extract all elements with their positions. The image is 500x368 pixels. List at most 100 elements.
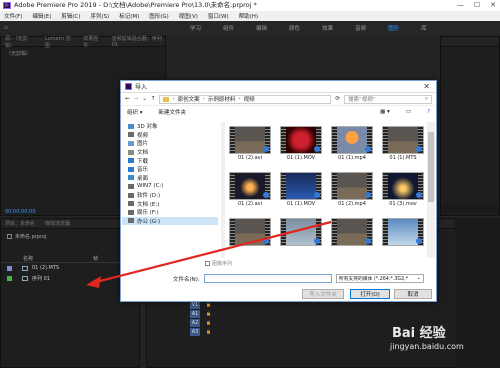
view-options-icon[interactable]: ▦ ▾ bbox=[380, 109, 390, 115]
project-item[interactable]: 01 (2).MTS bbox=[1, 263, 139, 273]
track-label[interactable]: A3 bbox=[190, 327, 200, 336]
nav-item[interactable]: 图片 bbox=[122, 139, 218, 148]
file-thumbnail[interactable] bbox=[331, 218, 373, 254]
workspace-tab-6[interactable]: 图形 bbox=[388, 24, 399, 32]
column-rate-header[interactable]: 帧 bbox=[93, 255, 98, 262]
source-tab-2[interactable]: 效果控件 bbox=[83, 35, 101, 49]
menu-item-4[interactable]: 标记(M) bbox=[119, 12, 139, 20]
nav-item-label: 娱乐 (F:) bbox=[137, 210, 159, 217]
nav-item[interactable]: 娱乐 (F:) bbox=[122, 208, 218, 217]
organize-button[interactable]: 组织 ▾ bbox=[127, 108, 143, 116]
workspace-tab-1[interactable]: 组件 bbox=[223, 24, 234, 32]
file-scroll-thumb[interactable] bbox=[428, 132, 434, 202]
lock-icon[interactable]: 🔒 bbox=[206, 320, 211, 325]
nav-item[interactable]: 办公 (G:) bbox=[122, 216, 218, 226]
menu-item-2[interactable]: 剪辑(C) bbox=[61, 12, 80, 20]
search-input[interactable]: 搜索“视频” ⌕ bbox=[344, 94, 432, 104]
workspace-tab-2[interactable]: 编辑 bbox=[256, 24, 267, 32]
project-tab-0[interactable]: 项目：未命名 bbox=[5, 220, 35, 227]
video-thumbnail-icon bbox=[382, 218, 424, 246]
recent-dropdown-icon[interactable]: ⌄ bbox=[142, 96, 147, 102]
nav-item[interactable]: 文档 (E:) bbox=[122, 199, 218, 208]
open-button[interactable]: 打开(O) bbox=[350, 289, 390, 299]
clip-icon bbox=[22, 275, 28, 281]
clip-icon bbox=[22, 265, 28, 271]
workspace-tab-5[interactable]: 音频 bbox=[355, 24, 366, 32]
source-tab-1[interactable]: Lumetri 范围 bbox=[45, 35, 73, 49]
refresh-icon[interactable]: ⟳ bbox=[335, 96, 340, 102]
filename-input[interactable] bbox=[203, 274, 332, 283]
file-thumbnail[interactable]: 01 (2).avi bbox=[229, 126, 271, 162]
file-scrollbar[interactable] bbox=[427, 122, 435, 258]
file-thumbnail[interactable]: 01 (1).MOV bbox=[280, 126, 322, 162]
menu-item-1[interactable]: 编辑(E) bbox=[32, 12, 51, 20]
premiere-logo-icon: Pr bbox=[3, 2, 11, 9]
address-bar[interactable]: › 原创文案 › 示例原材料 › 视频 bbox=[159, 94, 332, 104]
nav-item[interactable]: WIN7 (C:) bbox=[122, 182, 218, 191]
dialog-close-icon[interactable]: ✕ bbox=[423, 82, 430, 91]
image-sequence-option[interactable]: 图像序列 bbox=[205, 260, 232, 267]
project-tab-1[interactable]: 媒体浏览器 bbox=[45, 220, 70, 227]
nav-item[interactable]: 软件 (D:) bbox=[122, 191, 218, 200]
cancel-button[interactable]: 取消 bbox=[394, 289, 432, 299]
filetype-select[interactable]: 所有支持的媒体 (*.264;*.3G2;* ⌄ bbox=[335, 274, 424, 283]
preview-pane-icon[interactable]: ▭ bbox=[406, 109, 411, 115]
help-icon[interactable]: ? bbox=[427, 109, 430, 115]
back-icon[interactable]: ← bbox=[125, 96, 130, 102]
nav-item[interactable]: 视频 bbox=[122, 131, 218, 140]
file-thumbnail[interactable] bbox=[280, 218, 322, 254]
up-icon[interactable]: ↑ bbox=[151, 96, 156, 102]
file-thumbnail[interactable]: 01 (3).mov bbox=[382, 172, 424, 208]
file-thumbnail[interactable] bbox=[382, 218, 424, 254]
workspace-tab-4[interactable]: 效果 bbox=[322, 24, 333, 32]
new-folder-button[interactable]: 新建文件夹 bbox=[159, 108, 187, 116]
workspace-tab-7[interactable]: 库 bbox=[421, 24, 427, 32]
breadcrumb-item[interactable]: 原创文案 bbox=[178, 95, 200, 103]
breadcrumb-item[interactable]: 视频 bbox=[244, 95, 255, 103]
file-thumbnail[interactable]: 01 (2).mp4 bbox=[331, 172, 373, 208]
lock-icon[interactable]: 🔒 bbox=[206, 302, 211, 307]
picture-icon bbox=[128, 140, 134, 146]
file-thumbnail[interactable] bbox=[229, 218, 271, 254]
nav-item[interactable]: 文档 bbox=[122, 148, 218, 157]
nav-item[interactable]: 下载 bbox=[122, 156, 218, 165]
source-tab-0[interactable]: 源：（无剪辑） bbox=[5, 35, 35, 49]
track-label[interactable]: A2 bbox=[190, 318, 200, 327]
nav-item[interactable]: 3D 对象 bbox=[122, 122, 218, 131]
search-placeholder: 搜索“视频” bbox=[348, 97, 376, 103]
window-close-icon[interactable]: ✕ bbox=[490, 0, 496, 11]
project-item[interactable]: 序列 01 bbox=[1, 273, 139, 283]
track-label[interactable]: A1 bbox=[190, 309, 200, 318]
source-tab-3[interactable]: 音频剪辑混合器：序列 01 bbox=[112, 35, 165, 48]
menu-item-8[interactable]: 帮助(H) bbox=[239, 12, 258, 20]
file-thumbnail[interactable]: 01 (1).MOV bbox=[280, 172, 322, 208]
forward-icon[interactable]: → bbox=[134, 96, 139, 102]
workspace-bar: 学习 组件 编辑 颜色 效果 音频 图形 库 bbox=[0, 21, 500, 34]
menu-item-0[interactable]: 文件(F) bbox=[4, 12, 22, 20]
menu-item-3[interactable]: 序列(S) bbox=[90, 12, 109, 20]
drive-icon bbox=[128, 183, 134, 189]
nav-item-label: 下载 bbox=[137, 158, 149, 165]
file-thumbnail[interactable]: 01 (1).MTS bbox=[382, 126, 424, 162]
lock-icon[interactable]: 🔒 bbox=[206, 311, 211, 316]
import-folder-button[interactable]: 导入文件夹 bbox=[302, 289, 344, 299]
premiere-badge-icon bbox=[365, 146, 371, 152]
menu-item-7[interactable]: 窗口(W) bbox=[208, 12, 229, 20]
lock-icon[interactable]: 🔒 bbox=[206, 329, 211, 334]
breadcrumb-item[interactable]: 示例原材料 bbox=[208, 95, 236, 103]
column-name-header[interactable]: 名称 bbox=[23, 255, 33, 262]
nav-item[interactable]: 音乐 bbox=[122, 165, 218, 174]
nav-item[interactable]: 桌面 bbox=[122, 174, 218, 183]
file-thumbnail[interactable]: 01 (2).avi bbox=[229, 172, 271, 208]
project-column-headers: 名称 帧 bbox=[1, 254, 139, 263]
workspace-tab-3[interactable]: 颜色 bbox=[289, 24, 300, 32]
file-thumbnail[interactable]: 01 (1).mp4 bbox=[331, 126, 373, 162]
image-sequence-checkbox[interactable] bbox=[205, 261, 210, 266]
menu-item-5[interactable]: 图形(G) bbox=[149, 12, 169, 20]
menu-item-6[interactable]: 视图(V) bbox=[179, 12, 198, 20]
document-icon bbox=[128, 149, 134, 155]
home-icon[interactable]: ⌂ bbox=[4, 24, 12, 31]
maximize-icon[interactable]: ☐ bbox=[474, 0, 480, 11]
workspace-tab-0[interactable]: 学习 bbox=[190, 24, 201, 32]
minimize-icon[interactable]: — bbox=[457, 0, 464, 11]
